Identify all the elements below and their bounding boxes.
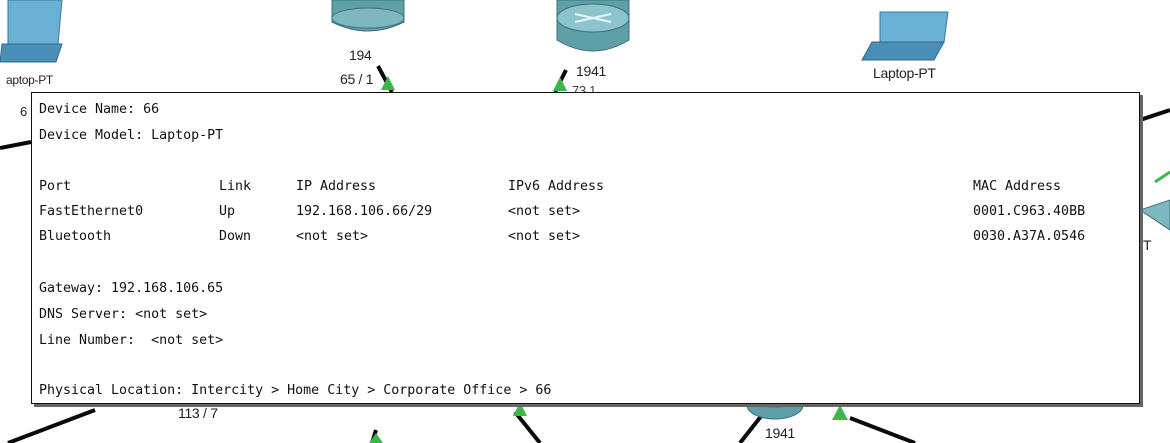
device-name: Device Name: 66 bbox=[39, 102, 160, 117]
dns-server: DNS Server: <not set> bbox=[39, 307, 208, 322]
router1-model-label: 194 bbox=[349, 47, 372, 63]
col-header-mac: MAC Address bbox=[973, 179, 1062, 194]
router2-icon[interactable] bbox=[556, 0, 630, 52]
right-edge-device-icon[interactable] bbox=[1138, 170, 1170, 231]
right-edge-label: T bbox=[1143, 237, 1152, 253]
mac-cell: 0030.A37A.0546 bbox=[973, 229, 1086, 244]
link-cell: Down bbox=[219, 229, 252, 244]
bottom-left-link-label: 113 / 7 bbox=[178, 405, 218, 421]
link-bottom-mid2[interactable] bbox=[513, 410, 542, 443]
physical-location: Physical Location: Intercity > Home City… bbox=[39, 383, 552, 398]
line-number: Line Number: <not set> bbox=[39, 333, 224, 348]
device-info-tooltip: Device Name: 66 Device Model: Laptop-PT … bbox=[31, 92, 1140, 404]
link-up-triangle bbox=[832, 405, 848, 420]
router2-model-label: 1941 bbox=[576, 63, 606, 79]
port-cell: Bluetooth bbox=[39, 229, 112, 244]
mac-cell: 0001.C963.40BB bbox=[973, 204, 1086, 219]
link-up-triangle bbox=[553, 77, 567, 91]
ip-cell: 192.168.106.66/29 bbox=[296, 204, 433, 219]
link-up-triangle bbox=[513, 402, 527, 416]
router1-link-label: 65 / 1 bbox=[340, 71, 374, 87]
laptop-left-icon[interactable] bbox=[0, 0, 63, 63]
col-header-ipv6: IPv6 Address bbox=[508, 179, 605, 194]
gateway: Gateway: 192.168.106.65 bbox=[39, 281, 224, 296]
link-bottom-right1[interactable] bbox=[738, 413, 764, 443]
col-header-ip: IP Address bbox=[296, 179, 377, 194]
link-bottom-right2[interactable] bbox=[849, 416, 916, 443]
link-laptop-left[interactable] bbox=[0, 140, 32, 150]
router1-icon[interactable] bbox=[331, 0, 405, 32]
col-header-link: Link bbox=[219, 179, 252, 194]
laptop-right-label: Laptop-PT bbox=[873, 65, 936, 81]
laptop-left-sublabel: 6 bbox=[20, 104, 27, 119]
col-header-port: Port bbox=[39, 179, 72, 194]
link-right-top[interactable] bbox=[1139, 108, 1170, 122]
link-cell: Up bbox=[219, 204, 236, 219]
ip-cell: <not set> bbox=[296, 229, 369, 244]
link-bottom-left[interactable] bbox=[7, 408, 96, 443]
laptop-right-icon[interactable] bbox=[861, 11, 949, 61]
device-model: Device Model: Laptop-PT bbox=[39, 128, 224, 143]
ipv6-cell: <not set> bbox=[508, 204, 581, 219]
ipv6-cell: <not set> bbox=[508, 229, 581, 244]
laptop-left-label: aptop-PT bbox=[6, 73, 53, 87]
port-cell: FastEthernet0 bbox=[39, 204, 144, 219]
bottom-router-model-label: 1941 bbox=[765, 425, 795, 441]
link-up-triangle bbox=[369, 433, 383, 443]
